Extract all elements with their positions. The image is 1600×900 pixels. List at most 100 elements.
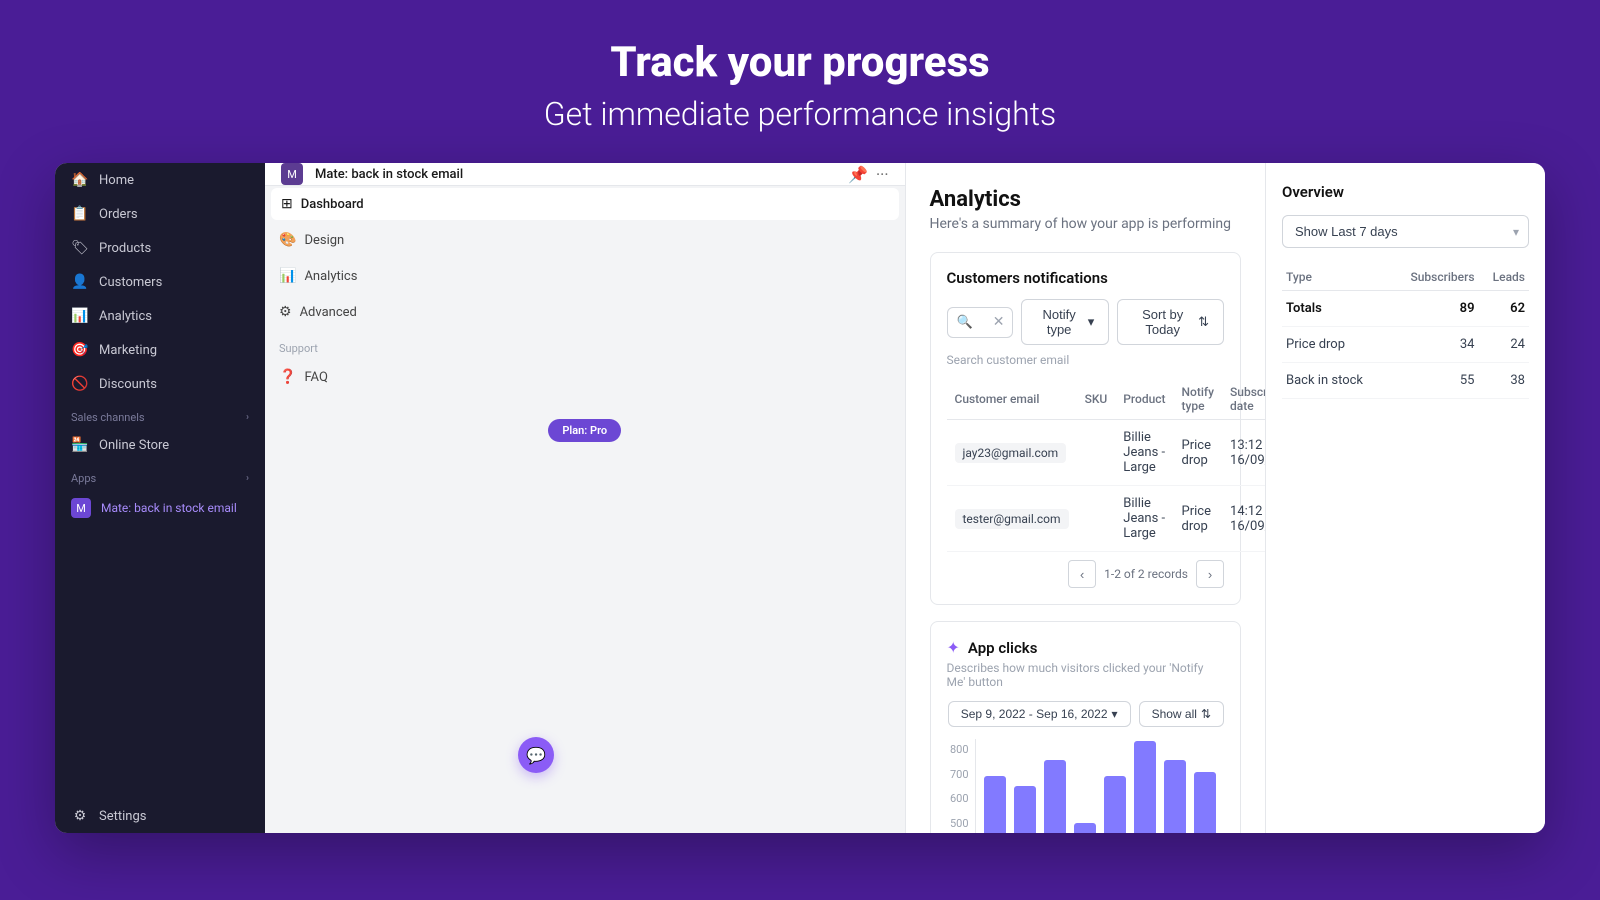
sales-channels-section: Sales channels ›: [55, 401, 265, 428]
chevron-down-icon: ▾: [1088, 314, 1095, 330]
dashboard-icon: ⊞: [281, 196, 293, 212]
mid-analytics-icon: 📊: [279, 268, 296, 284]
sidebar-item-analytics[interactable]: 📊 Analytics: [55, 299, 265, 333]
sort-chevron-icon: ⇅: [1198, 314, 1209, 330]
discounts-icon: 🚫: [71, 376, 89, 392]
chevron-right-icon: ›: [246, 412, 249, 423]
bar-4: [1074, 823, 1096, 833]
sidebar-item-marketing[interactable]: 🎯 Marketing: [55, 333, 265, 367]
app-icon-topbar: M: [281, 163, 303, 185]
nav-label: Online Store: [99, 438, 169, 453]
card-title: Customers notifications: [947, 269, 1225, 287]
overview-type-pricedrop: Price drop: [1282, 327, 1388, 363]
show-chevron-icon: ⇅: [1201, 707, 1211, 721]
bar-5: [1104, 776, 1126, 833]
table-row: tester@gmail.com Billie Jeans - Large Pr…: [947, 486, 1266, 552]
search-input-wrap: 🔍 ✕: [947, 299, 1013, 345]
app-icon: M: [71, 498, 91, 518]
marketing-icon: 🎯: [71, 342, 89, 358]
topbar-actions: 📌 ···: [848, 165, 888, 184]
overview-col-leads: Leads: [1479, 264, 1530, 291]
date-range-button[interactable]: Sep 9, 2022 - Sep 16, 2022 ▾: [948, 701, 1131, 727]
customers-icon: 👤: [71, 274, 89, 290]
y-axis-labels: 800 700 600 500 400 300 200: [947, 739, 975, 833]
overview-subs-pricedrop: 34: [1388, 327, 1478, 363]
chart-controls: Sep 9, 2022 - Sep 16, 2022 ▾ Show all ⇅: [947, 701, 1225, 727]
faq-icon: ❓: [279, 369, 296, 385]
col-email: Customer email: [947, 379, 1077, 420]
bar-chart-container: 800 700 600 500 400 300 200: [947, 739, 1225, 833]
search-hint: Search customer email: [947, 353, 1225, 367]
pin-icon[interactable]: 📌: [848, 165, 868, 184]
sidebar-item-online-store[interactable]: 🏪 Online Store: [55, 428, 265, 462]
date-chevron-icon: ▾: [1112, 707, 1118, 721]
sidebar-mid-item-advanced[interactable]: ⚙ Advanced: [265, 294, 905, 330]
topbar-title: Mate: back in stock email: [315, 167, 463, 182]
app-window: 🏠 Home 📋 Orders 🏷 Products 👤 Customers 📊…: [55, 163, 1545, 833]
overview-period-select[interactable]: Show Last 7 days: [1282, 215, 1529, 248]
prev-page-button[interactable]: ‹: [1068, 560, 1096, 588]
show-all-button[interactable]: Show all ⇅: [1139, 701, 1224, 727]
chat-bubble[interactable]: 💬: [518, 737, 554, 773]
more-icon[interactable]: ···: [876, 165, 889, 184]
cell-notify-type: Price drop: [1174, 486, 1223, 552]
sidebar-mid-item-faq[interactable]: ❓ FAQ: [265, 359, 905, 395]
bar-1: [984, 776, 1006, 833]
sort-button[interactable]: Sort by Today ⇅: [1117, 299, 1224, 345]
clear-icon[interactable]: ✕: [993, 314, 1005, 330]
overview-leads-totals: 62: [1479, 291, 1530, 327]
app-clicks-title: App clicks: [968, 639, 1038, 657]
store-icon: 🏪: [71, 437, 89, 453]
sidebar-left: 🏠 Home 📋 Orders 🏷 Products 👤 Customers 📊…: [55, 163, 265, 833]
hero-subtitle: Get immediate performance insights: [20, 95, 1580, 133]
overview-row-pricedrop: Price drop 34 24: [1282, 327, 1529, 363]
home-icon: 🏠: [71, 172, 89, 188]
overview-col-subscribers: Subscribers: [1388, 264, 1478, 291]
cell-notify-type: Price drop: [1174, 420, 1223, 486]
sidebar-item-customers[interactable]: 👤 Customers: [55, 265, 265, 299]
nav-label: Home: [99, 173, 134, 188]
nav-label: Settings: [99, 809, 146, 824]
col-notify-type: Notify type: [1174, 379, 1223, 420]
nav-label: Orders: [99, 207, 138, 222]
cell-product: Billie Jeans - Large: [1115, 486, 1173, 552]
overview-row-backstock: Back in stock 55 38: [1282, 363, 1529, 399]
sidebar-item-home[interactable]: 🏠 Home: [55, 163, 265, 197]
pagination-row: ‹ 1-2 of 2 records ›: [947, 560, 1225, 588]
overview-type-totals: Totals: [1282, 291, 1388, 327]
bar-2: [1014, 786, 1036, 833]
settings-item[interactable]: ⚙ Settings: [55, 799, 265, 833]
right-panel: Overview Show Last 7 days ▾ Type Subscri…: [1265, 163, 1545, 833]
cell-sku: [1077, 420, 1116, 486]
bar-6: [1134, 741, 1156, 833]
hero-section: Track your progress Get immediate perfor…: [0, 0, 1600, 163]
col-sub-date: Subscription date: [1222, 379, 1265, 420]
sidebar-mid-item-analytics[interactable]: 📊 Analytics: [265, 258, 905, 294]
notify-table: Customer email SKU Product Notify type S…: [947, 379, 1266, 552]
sidebar-item-orders[interactable]: 📋 Orders: [55, 197, 265, 231]
main-content: Analytics Here's a summary of how your a…: [906, 163, 1266, 833]
plan-badge[interactable]: Plan: Pro: [548, 419, 621, 442]
overview-col-type: Type: [1282, 264, 1388, 291]
topbar: M Mate: back in stock email 📌 ···: [265, 163, 905, 186]
notify-type-button[interactable]: Notify type ▾: [1021, 299, 1110, 345]
chevron-right-icon-apps: ›: [246, 473, 249, 484]
hero-title: Track your progress: [20, 38, 1580, 87]
overview-subs-backstock: 55: [1388, 363, 1478, 399]
next-page-button[interactable]: ›: [1196, 560, 1224, 588]
sidebar-item-discounts[interactable]: 🚫 Discounts: [55, 367, 265, 401]
sidebar-mid-item-dashboard[interactable]: ⊞ Dashboard: [271, 188, 899, 220]
bar-8: [1194, 772, 1216, 833]
sidebar-item-app[interactable]: M Mate: back in stock email: [55, 489, 265, 527]
content-area: Analytics Here's a summary of how your a…: [906, 163, 1546, 833]
page-info: 1-2 of 2 records: [1104, 567, 1188, 581]
settings-icon: ⚙: [71, 808, 89, 824]
sidebar-mid-item-design[interactable]: 🎨 Design: [265, 222, 905, 258]
page-title: Analytics: [930, 187, 1242, 212]
search-row: 🔍 ✕ Notify type ▾ Sort by Today ⇅: [947, 299, 1225, 345]
customers-notifications-card: Customers notifications 🔍 ✕ Notify type …: [930, 252, 1242, 605]
sidebar-item-products[interactable]: 🏷 Products: [55, 231, 265, 265]
cell-sub-date: 13:12 - 16/09/2022: [1222, 420, 1265, 486]
app-clicks-header: ✦ App clicks: [947, 638, 1225, 657]
bars-area: [975, 739, 1225, 833]
